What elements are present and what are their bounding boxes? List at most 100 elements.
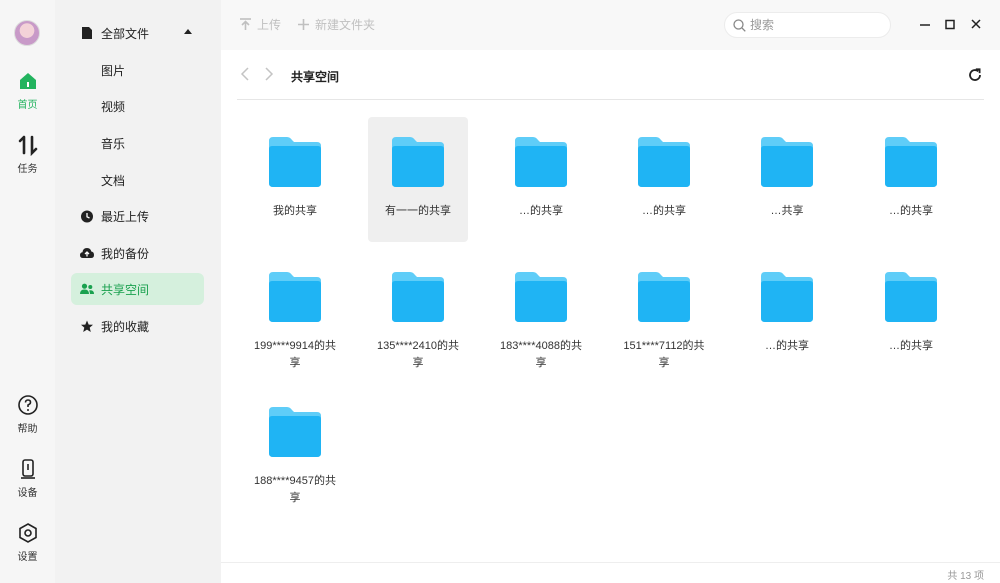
folder-icon [885, 137, 937, 187]
home-icon [19, 73, 36, 89]
folder-name: 我的共享 [273, 205, 317, 217]
folder-name: 151****7112的共享 [623, 340, 705, 369]
folder-name: …的共享 [765, 340, 809, 352]
plus-icon [298, 19, 309, 30]
sidebar-item-label: 我的备份 [101, 246, 150, 261]
rail-label: 设置 [17, 552, 38, 563]
toolbar: 上传 新建文件夹 [221, 0, 1000, 50]
sidebar-item-shared-space[interactable]: 共享空间 [71, 273, 204, 305]
sidebar-item-videos[interactable]: 视频 [71, 90, 204, 122]
minimize-icon [920, 24, 930, 26]
item-count: 共 13 项 [947, 571, 984, 582]
close-button[interactable] [966, 15, 986, 35]
folder-item[interactable]: …的共享 [614, 117, 714, 242]
help-icon [17, 395, 38, 415]
left-rail: 首页 任务 帮助 设备 设置 [0, 0, 55, 583]
minimize-button[interactable] [915, 15, 935, 35]
forward-button[interactable] [264, 66, 274, 87]
close-icon [971, 19, 981, 29]
clock-icon [81, 210, 93, 222]
new-folder-label: 新建文件夹 [315, 18, 376, 32]
folder-item[interactable]: 199****9914的共享 [245, 252, 345, 377]
search-icon [733, 18, 746, 32]
chevron-right-icon [265, 67, 274, 81]
sidebar-item-label: 最近上传 [101, 209, 150, 224]
avatar[interactable] [14, 20, 40, 46]
maximize-icon [945, 19, 955, 30]
folder-item[interactable]: 135****2410的共享 [368, 252, 468, 377]
folder-item[interactable]: …的共享 [861, 252, 961, 377]
divider [237, 99, 984, 100]
sidebar-item-recent-uploads[interactable]: 最近上传 [71, 200, 204, 232]
rail-item-tasks[interactable]: 任务 [0, 134, 55, 175]
sidebar-item-favorites[interactable]: 我的收藏 [71, 310, 204, 342]
sidebar-item-label: 图片 [101, 63, 126, 78]
folder-name: …的共享 [519, 205, 563, 217]
sidebar-item-all-files[interactable]: 全部文件 [71, 17, 204, 49]
sidebar-item-music[interactable]: 音乐 [71, 127, 204, 159]
folder-item[interactable]: 188****9457的共享 [245, 387, 345, 512]
maximize-button[interactable] [940, 15, 960, 35]
rail-item-devices[interactable]: 设备 [0, 458, 55, 499]
folder-name: …的共享 [642, 205, 686, 217]
rail-label: 帮助 [17, 424, 38, 435]
folder-name: 135****2410的共享 [377, 340, 459, 369]
folder-icon [638, 272, 690, 322]
transfer-icon [18, 135, 37, 156]
star-icon [81, 320, 93, 332]
refresh-icon [969, 68, 981, 81]
folder-name: …的共享 [889, 340, 933, 352]
folder-item[interactable]: 183****4088的共享 [491, 252, 591, 377]
rail-item-settings[interactable]: 设置 [0, 522, 55, 563]
folder-icon [269, 407, 321, 457]
search-input[interactable] [750, 18, 870, 32]
sidebar-item-label: 全部文件 [101, 26, 150, 41]
folder-icon [392, 272, 444, 322]
upload-button[interactable]: 上传 [239, 16, 281, 33]
refresh-button[interactable] [966, 66, 984, 84]
back-button[interactable] [240, 66, 250, 87]
folder-name: 199****9914的共享 [254, 340, 336, 369]
rail-label: 任务 [17, 164, 38, 175]
folder-icon [885, 272, 937, 322]
folder-item[interactable]: 151****7112的共享 [614, 252, 714, 377]
folder-item[interactable]: …的共享 [737, 252, 837, 377]
sidebar-item-images[interactable]: 图片 [71, 54, 204, 86]
folder-item[interactable]: …共享 [737, 117, 837, 242]
search-box[interactable] [724, 12, 891, 38]
folder-name: 183****4088的共享 [500, 340, 582, 369]
folder-item[interactable]: …的共享 [491, 117, 591, 242]
sidebar-item-backup[interactable]: 我的备份 [71, 237, 204, 269]
new-folder-button[interactable]: 新建文件夹 [297, 16, 375, 33]
sidebar-item-documents[interactable]: 文档 [71, 164, 204, 196]
folder-icon [269, 272, 321, 322]
rail-item-home[interactable]: 首页 [0, 70, 55, 111]
divider [221, 562, 1000, 563]
page-title: 共享空间 [291, 70, 340, 84]
rail-label: 设备 [17, 488, 38, 499]
folder-name: …共享 [770, 205, 804, 217]
folder-item[interactable]: 有一一的共享 [368, 117, 468, 242]
device-icon [20, 459, 35, 479]
chevron-left-icon [240, 67, 249, 81]
gear-icon [18, 523, 37, 543]
folder-icon [392, 137, 444, 187]
upload-label: 上传 [257, 18, 282, 32]
folder-icon [515, 272, 567, 322]
sidebar: 全部文件 图片 视频 音乐 文档 最近上传 我的备份 共享空间 我的收藏 [55, 0, 221, 583]
folder-item[interactable]: 我的共享 [245, 117, 345, 242]
rail-label: 首页 [17, 100, 38, 111]
upload-icon [240, 18, 251, 30]
folder-icon [515, 137, 567, 187]
sidebar-item-label: 视频 [101, 99, 126, 114]
folder-name: 188****9457的共享 [254, 475, 336, 504]
sidebar-item-label: 共享空间 [101, 282, 150, 297]
folder-item[interactable]: …的共享 [861, 117, 961, 242]
folder-name: 有一一的共享 [385, 205, 451, 217]
folder-icon [761, 272, 813, 322]
caret-up-icon[interactable] [184, 29, 192, 34]
rail-item-help[interactable]: 帮助 [0, 394, 55, 435]
users-icon [80, 283, 94, 294]
sidebar-item-label: 音乐 [101, 136, 126, 151]
sidebar-item-label: 我的收藏 [101, 319, 150, 334]
